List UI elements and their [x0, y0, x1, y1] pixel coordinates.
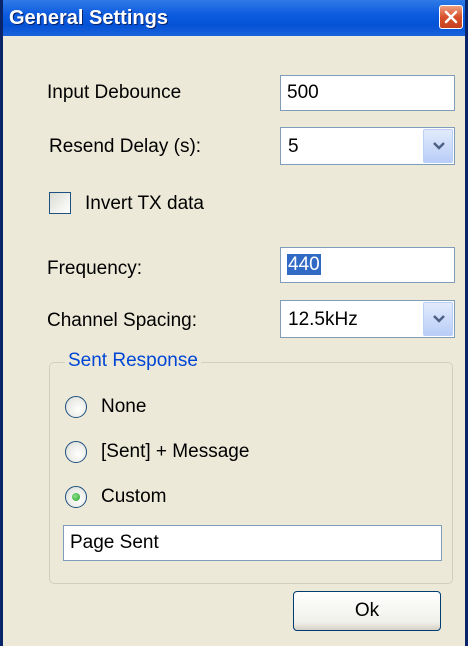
input-debounce-field[interactable]: 500	[280, 75, 455, 111]
custom-response-field[interactable]: Page Sent	[63, 525, 442, 561]
radio-selected-dot	[72, 493, 80, 501]
resend-delay-value: 5	[288, 136, 299, 157]
resend-delay-select[interactable]: 5	[280, 127, 455, 165]
frequency-value: 440	[287, 254, 321, 275]
resend-delay-label: Resend Delay (s):	[49, 136, 202, 157]
radio-sent-message[interactable]	[65, 441, 87, 463]
invert-tx-checkbox[interactable]	[49, 192, 71, 214]
resend-delay-dropdown-button[interactable]	[423, 129, 453, 163]
channel-spacing-value: 12.5kHz	[288, 309, 358, 330]
radio-custom[interactable]	[65, 486, 87, 508]
sent-response-legend: Sent Response	[65, 350, 201, 372]
radio-sent-message-label[interactable]: [Sent] + Message	[101, 441, 249, 463]
general-settings-dialog: General Settings Input Debounce 500 Rese…	[0, 0, 468, 646]
frequency-label: Frequency:	[47, 258, 143, 279]
custom-response-value: Page Sent	[70, 532, 159, 553]
invert-tx-label[interactable]: Invert TX data	[85, 193, 204, 215]
input-debounce-value: 500	[287, 82, 319, 103]
frequency-field[interactable]: 440	[280, 247, 455, 283]
close-button[interactable]	[439, 5, 463, 29]
input-debounce-label: Input Debounce	[47, 82, 182, 103]
radio-none-label[interactable]: None	[101, 396, 146, 418]
window-title: General Settings	[9, 7, 168, 29]
ok-button[interactable]: Ok	[293, 591, 441, 631]
channel-spacing-dropdown-button[interactable]	[423, 302, 453, 336]
channel-spacing-label: Channel Spacing:	[47, 310, 197, 331]
radio-custom-label[interactable]: Custom	[101, 486, 166, 508]
radio-none[interactable]	[65, 396, 87, 418]
channel-spacing-select[interactable]: 12.5kHz	[280, 300, 455, 338]
title-bar[interactable]: General Settings	[3, 0, 465, 36]
